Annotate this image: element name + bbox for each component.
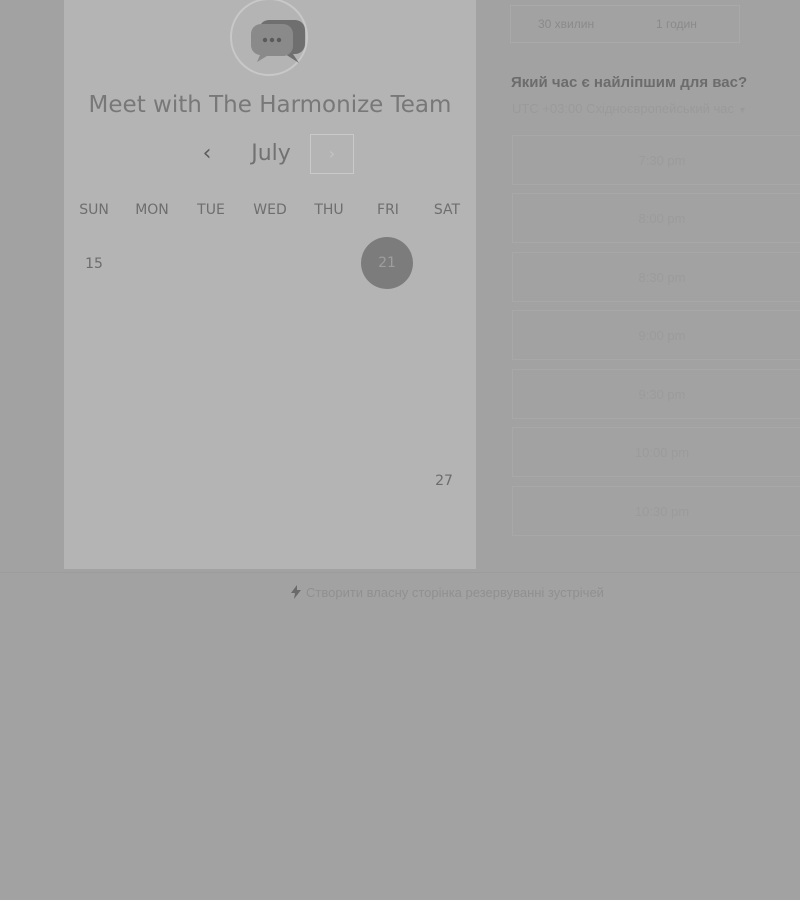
- timezone-label: UTC +03:00 Східноєвропейський час: [512, 101, 734, 116]
- weekday-mon: MON: [135, 202, 169, 218]
- weekday-tue: TUE: [197, 202, 225, 218]
- weekday-fri: FRI: [377, 202, 399, 218]
- calendar-day-selected[interactable]: 21: [361, 237, 413, 289]
- time-slot[interactable]: 8:00 pm: [512, 193, 800, 243]
- create-booking-page-label: Створити власну сторінка резервуванні зу…: [306, 585, 604, 600]
- duration-30-button[interactable]: 30 хвилин: [538, 17, 594, 31]
- prev-month-button[interactable]: ‹: [196, 141, 218, 167]
- timezone-select[interactable]: UTC +03:00 Східноєвропейський час ▼: [512, 101, 747, 116]
- time-question: Який час є найліпшим для вас?: [511, 74, 748, 91]
- time-slot[interactable]: 7:30 pm: [512, 135, 800, 185]
- page-title: Meet with The Harmonize Team: [88, 92, 452, 118]
- time-slot[interactable]: 8:30 pm: [512, 252, 800, 302]
- create-booking-page-link[interactable]: Створити власну сторінка резервуванні зу…: [290, 585, 604, 600]
- time-slot[interactable]: 10:00 pm: [512, 427, 800, 477]
- weekday-sun: SUN: [79, 202, 109, 218]
- footer-divider: [0, 572, 800, 573]
- weekday-wed: WED: [253, 202, 287, 218]
- weekday-sat: SAT: [433, 202, 461, 218]
- chat-bubble-icon: [251, 20, 305, 63]
- weekday-thu: THU: [314, 202, 344, 218]
- month-label: July: [251, 141, 291, 166]
- next-month-button[interactable]: ›: [310, 134, 354, 174]
- calendar-day[interactable]: 27: [418, 455, 470, 507]
- chevron-down-icon: ▼: [737, 105, 747, 115]
- time-slot[interactable]: 9:30 pm: [512, 369, 800, 419]
- duration-60-button[interactable]: 1 годин: [656, 17, 697, 31]
- time-slot[interactable]: 10:30 pm: [512, 486, 800, 536]
- bolt-icon: [291, 585, 301, 599]
- time-slot[interactable]: 9:00 pm: [512, 310, 800, 360]
- calendar-day[interactable]: 15: [68, 238, 120, 290]
- calendar-card: [64, 0, 476, 569]
